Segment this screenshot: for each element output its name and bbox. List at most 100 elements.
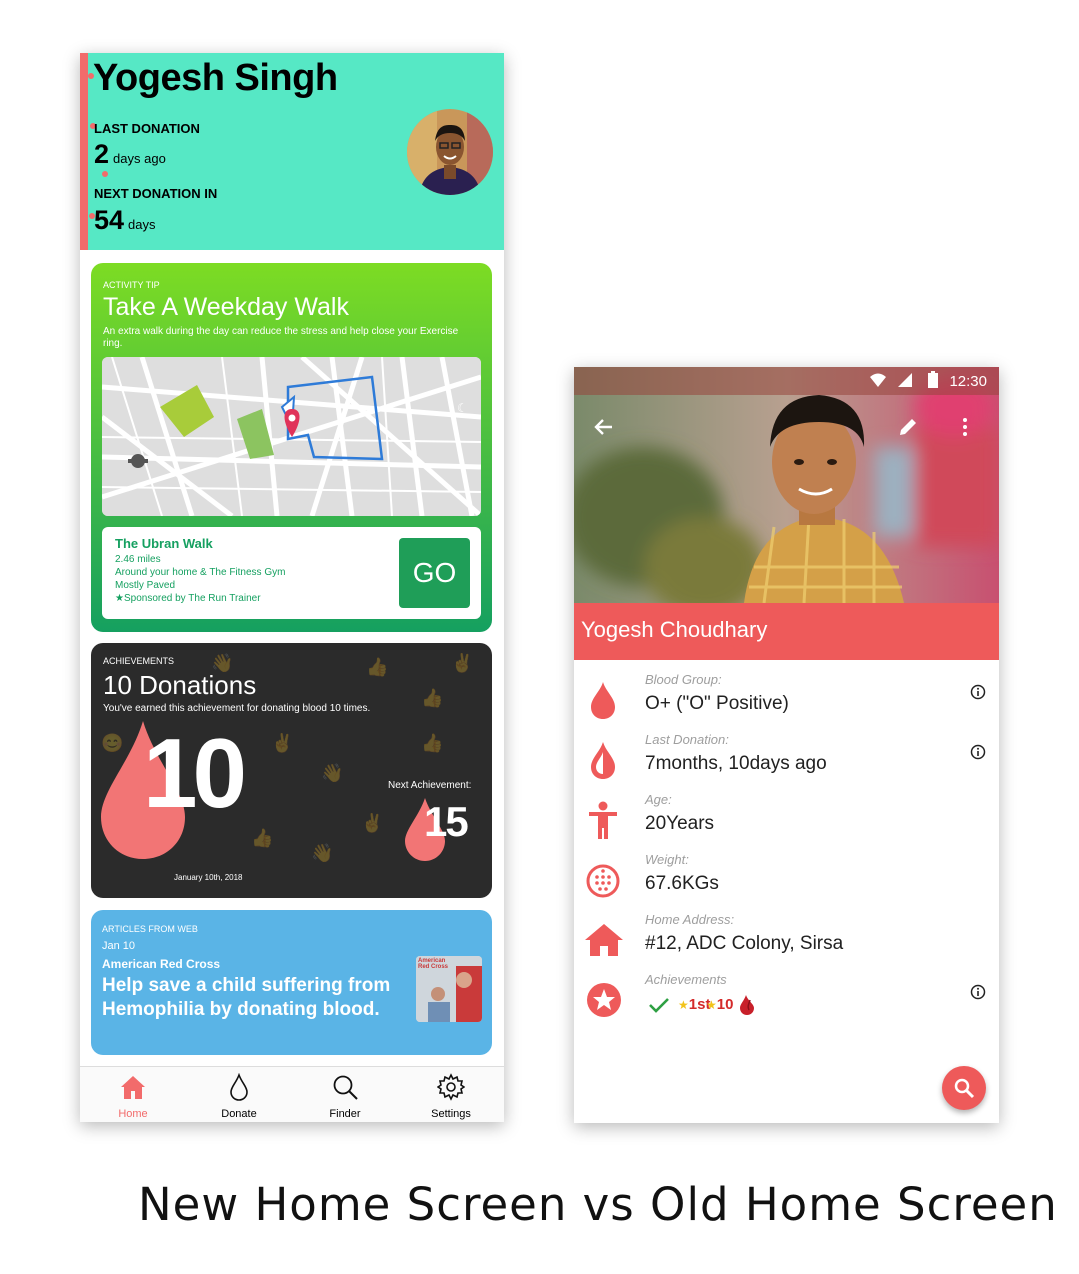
more-vert-icon[interactable] <box>960 415 970 439</box>
achievement-count: 10 <box>143 718 247 828</box>
walk-surface: Mostly Paved <box>115 580 176 591</box>
decor-dot <box>102 171 108 177</box>
home-address-row: Home Address: #12, ADC Colony, Sirsa <box>574 912 999 972</box>
last-donation-label: LAST DONATION <box>94 121 200 136</box>
go-button[interactable]: GO <box>399 538 470 608</box>
last-donation-value: 2 days ago <box>94 139 166 170</box>
emoji-decor-icon: ✌ <box>451 653 474 673</box>
last-donation-number: 2 <box>94 139 110 169</box>
profile-cover-photo: 12:30 <box>574 367 999 603</box>
battery-icon <box>928 371 938 388</box>
age-value: 20Years <box>645 813 715 834</box>
article-date: Jan 10 <box>102 940 136 952</box>
articles-tag: ARTICLES FROM WEB <box>102 924 198 934</box>
weight-value: 67.6KGs <box>645 873 719 894</box>
tab-home-label: Home <box>118 1108 148 1120</box>
activity-tip-tag: ACTIVITY TIP <box>103 280 160 290</box>
achievements-card[interactable]: 👍 ✌ 👍 👋 😊 ✌ 👋 👍 ✌ 👋 👍 ACHIEVEMENTS 10 Do… <box>91 643 492 898</box>
blood-drop-icon <box>591 682 615 719</box>
search-icon <box>333 1075 358 1100</box>
article-thumbnail[interactable]: American Red Cross <box>416 956 482 1022</box>
age-label: Age: <box>645 792 672 807</box>
achievements-row: Achievements ★1st ★10 <box>574 972 999 1032</box>
weight-label: Weight: <box>645 852 689 867</box>
tab-home[interactable]: Home <box>80 1067 186 1122</box>
last-donation-value: 7months, 10days ago <box>645 753 827 774</box>
edit-pencil-icon[interactable] <box>896 415 920 439</box>
info-icon[interactable] <box>970 744 986 760</box>
weight-icon <box>586 864 620 898</box>
person-icon <box>589 801 617 839</box>
route-map[interactable]: ☾ <box>102 357 481 516</box>
tab-donate[interactable]: Donate <box>186 1067 292 1122</box>
star-badge-decor-icon: ★ <box>706 998 717 1012</box>
gear-icon <box>437 1073 465 1101</box>
next-achievement-label: Next Achievement: <box>388 780 472 791</box>
profile-name-bar: Yogesh Choudhary <box>574 603 999 660</box>
age-row: Age: 20Years <box>574 792 999 852</box>
last-donation-row: Last Donation: 7months, 10days ago <box>574 732 999 792</box>
emoji-decor-icon: 👋 <box>321 763 344 783</box>
emoji-decor-icon: 👍 <box>366 657 389 677</box>
achievements-title: 10 Donations <box>103 670 257 700</box>
tab-donate-label: Donate <box>221 1108 257 1120</box>
signal-icon <box>898 373 912 387</box>
checkmark-icon <box>649 998 669 1013</box>
home-address-label: Home Address: <box>645 912 735 927</box>
search-icon <box>954 1078 975 1099</box>
activity-tip-description: An extra walk during the day can reduce … <box>103 326 459 349</box>
info-icon[interactable] <box>970 684 986 700</box>
tab-finder-label: Finder <box>329 1108 361 1120</box>
achievements-description: You've earned this achievement for donat… <box>103 703 371 714</box>
emoji-decor-icon: 👍 <box>421 733 444 753</box>
tab-settings[interactable]: Settings <box>398 1067 504 1122</box>
wifi-icon <box>870 373 886 387</box>
header-accent-stripe <box>80 53 88 250</box>
info-icon[interactable] <box>970 984 986 1000</box>
old-home-screen: 12:30 Yogesh Choudhary Blood Group: O+ (… <box>574 367 999 1123</box>
profile-header: Yogesh Singh LAST DONATION 2 days ago NEX… <box>80 53 504 250</box>
home-icon <box>585 924 623 956</box>
avatar[interactable] <box>407 109 493 195</box>
home-icon <box>121 1076 145 1099</box>
next-donation-label: NEXT DONATION IN <box>94 186 218 201</box>
status-time: 12:30 <box>949 373 987 390</box>
star-badge-decor-icon: ★ <box>678 998 689 1012</box>
last-donation-label: Last Donation: <box>645 732 729 747</box>
article-source: American Red Cross <box>102 957 221 971</box>
comparison-caption: New Home Screen vs Old Home Screen <box>138 1178 1058 1231</box>
status-bar: 12:30 <box>574 367 999 395</box>
user-name: Yogesh Singh <box>93 57 338 99</box>
star-badge-icon <box>587 983 621 1017</box>
walk-sponsor: ★Sponsored by The Run Trainer <box>115 593 261 604</box>
next-donation-value: 54 days <box>94 205 156 236</box>
bottom-tab-bar: Home Donate Finder Settings <box>80 1066 504 1122</box>
new-home-screen: Yogesh Singh LAST DONATION 2 days ago NEX… <box>80 53 504 1122</box>
blood-group-value: O+ ("O" Positive) <box>645 693 789 714</box>
back-arrow-icon[interactable] <box>592 415 616 439</box>
last-donation-unit: days ago <box>113 151 166 166</box>
ten-badge-text: 10 <box>716 996 734 1013</box>
walk-title: The Ubran Walk <box>115 536 213 551</box>
achievements-tag: ACHIEVEMENTS <box>103 656 175 666</box>
walk-route: Around your home & The Fitness Gym <box>115 567 286 578</box>
tab-settings-label: Settings <box>431 1108 471 1120</box>
emoji-decor-icon: ✌ <box>361 813 384 833</box>
next-achievement-value: 15 <box>424 798 469 845</box>
blood-group-label: Blood Group: <box>645 672 722 687</box>
svg-text:☾: ☾ <box>457 401 468 415</box>
activity-tip-title: Take A Weekday Walk <box>103 293 349 321</box>
next-donation-unit: days <box>128 217 156 232</box>
walk-details: The Ubran Walk 2.46 miles Around your ho… <box>102 527 481 619</box>
profile-name: Yogesh Choudhary <box>581 617 768 642</box>
emoji-decor-icon: ✌ <box>271 733 294 753</box>
tab-finder[interactable]: Finder <box>292 1067 398 1122</box>
article-title: Help save a child suffering from Hemophi… <box>102 975 391 1020</box>
search-fab-button[interactable] <box>942 1066 986 1110</box>
emoji-decor-icon: 👍 <box>421 688 444 708</box>
article-card[interactable]: ARTICLES FROM WEB Jan 10 American Red Cr… <box>91 910 492 1055</box>
home-address-value: #12, ADC Colony, Sirsa <box>645 933 844 954</box>
thumbnail-logo-text: American Red Cross <box>418 958 449 970</box>
activity-tip-card[interactable]: ACTIVITY TIP Take A Weekday Walk An extr… <box>91 263 492 632</box>
half-drop-icon <box>591 742 615 779</box>
